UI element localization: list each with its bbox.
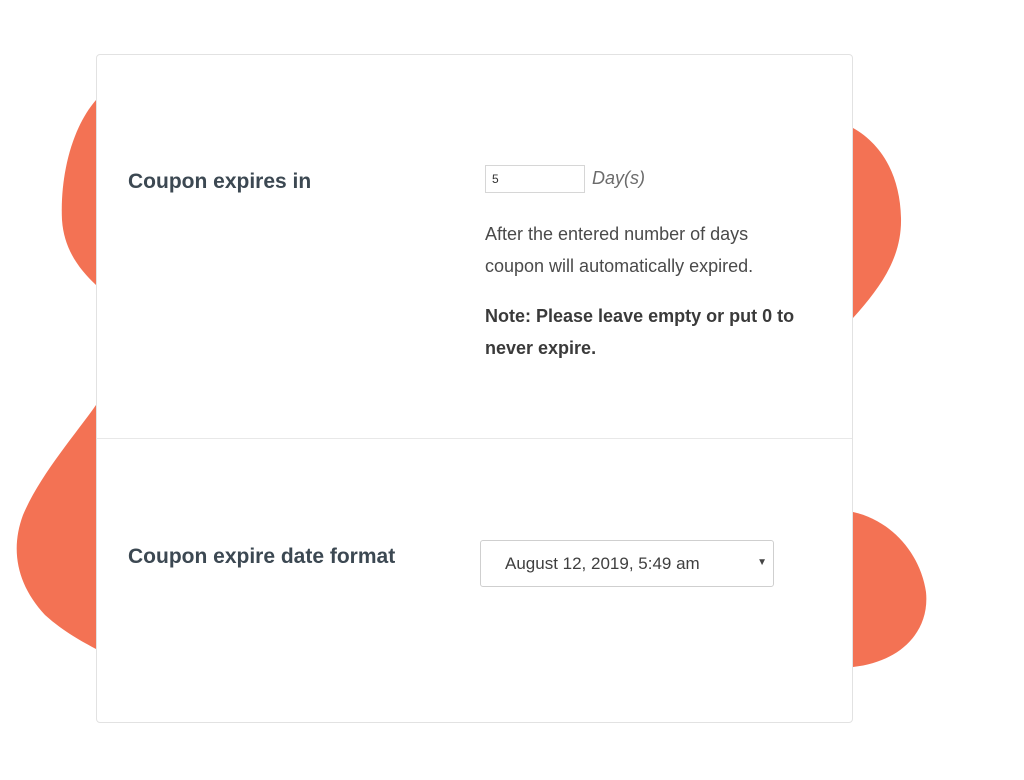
expiry-note: Note: Please leave empty or put 0 to nev… (485, 306, 795, 358)
page-stage: Coupon expires in Day(s) After the enter… (0, 0, 1024, 780)
decorative-blob-bottom-right (853, 512, 927, 667)
coupon-expiry-section: Coupon expires in Day(s) After the enter… (97, 55, 852, 439)
date-format-select[interactable]: August 12, 2019, 5:49 am ▼ (480, 540, 774, 587)
dropdown-arrow-icon: ▼ (757, 557, 767, 568)
date-format-label: Coupon expire date format (128, 545, 396, 568)
date-format-selected-value: August 12, 2019, 5:49 am (505, 554, 700, 573)
expiry-days-input[interactable] (485, 165, 585, 193)
decorative-blob-top-right (853, 128, 902, 318)
days-suffix: Day(s) (592, 168, 645, 188)
date-format-section: Coupon expire date format August 12, 201… (97, 439, 852, 723)
expiry-description: After the entered number of days coupon … (485, 224, 754, 276)
decorative-blob-bottom-left (16, 405, 96, 649)
coupon-expires-label: Coupon expires in (128, 170, 312, 193)
settings-card: Coupon expires in Day(s) After the enter… (96, 54, 853, 723)
